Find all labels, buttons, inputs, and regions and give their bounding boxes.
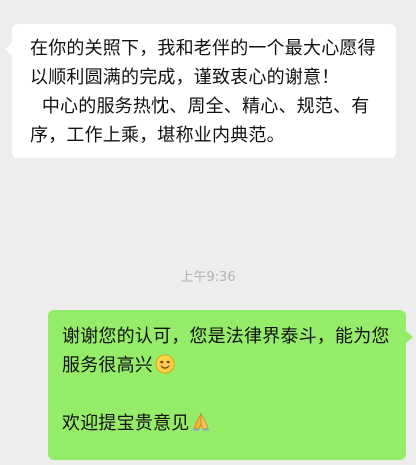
reply-line-2: 欢迎提宝贵意见 [62,409,392,438]
message-paragraph-2: 中心的服务热忱、周全、精心、规范、有序，工作上乘，堪称业内典范。 [30,96,370,146]
reply-line-1: 谢谢您的认可，您是法律界泰斗，能为您服务很高兴 [62,322,392,380]
incoming-message-bubble[interactable]: 在你的关照下，我和老伴的一个最大心愿得以顺利圆满的完成，谨致衷心的谢意！ 中心的… [5,24,396,158]
folded-hands-emoji-icon [192,412,210,431]
message-timestamp: 上午9:36 [180,270,236,285]
reply-line-1-text: 谢谢您的认可，您是法律界泰斗，能为您服务很高兴 [62,326,390,376]
reply-line-2-text: 欢迎提宝贵意见 [62,413,190,434]
smile-emoji-icon [155,354,175,374]
message-paragraph-1: 在你的关照下，我和老伴的一个最大心愿得以顺利圆满的完成，谨致衷心的谢意！ [30,38,376,88]
outgoing-message-bubble[interactable]: 谢谢您的认可，您是法律界泰斗，能为您服务很高兴 欢迎提宝贵意见 [48,310,413,460]
